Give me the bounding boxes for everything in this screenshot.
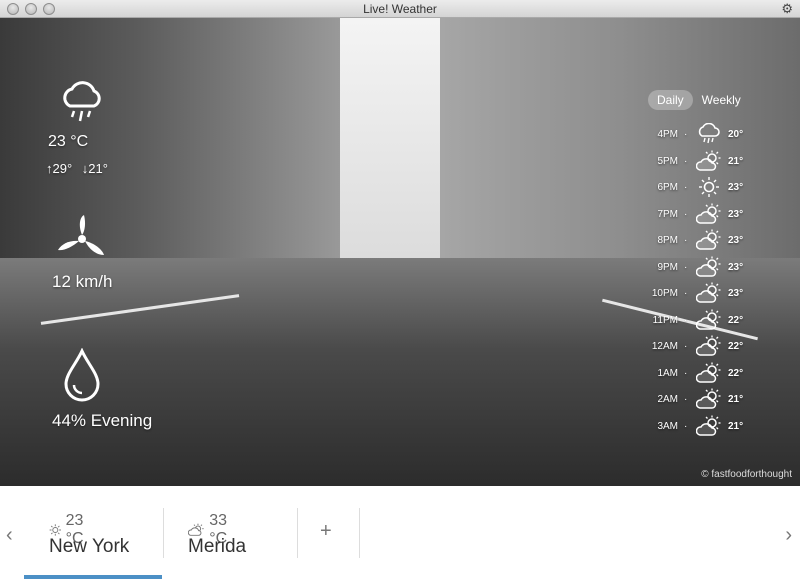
hour-label: 6PM — [657, 182, 678, 193]
title-bar: Live! Weather ⚙ — [0, 0, 800, 18]
hour-temperature: 22° — [728, 314, 744, 326]
city-bar: ‹ 23 °C New York 33 °C Merida + › — [0, 486, 800, 579]
hour-temperature: 22° — [728, 367, 744, 379]
hourly-row: 9PM · 23° — [630, 256, 760, 283]
add-city-button[interactable]: + — [320, 520, 332, 543]
partly-cloudy-icon — [695, 388, 722, 410]
hourly-row: 8PM · 23° — [630, 229, 760, 256]
hourly-row: 1AM · 22° — [630, 362, 760, 389]
hourly-forecast-list: 4PM · 20° 5PM · 21° 6PM · 23° 7PM · 23° 8PM · 23° 9PM · 2… — [630, 122, 760, 442]
sun-icon — [696, 176, 722, 198]
humidity-text: 44% Evening — [52, 411, 153, 430]
hourly-row: 4PM · 20° — [630, 122, 760, 150]
separator-dot: · — [684, 155, 688, 167]
separator-dot: · — [684, 182, 688, 193]
partly-cloudy-icon — [695, 256, 722, 278]
hour-label: 3AM — [657, 420, 678, 432]
hour-label: 9PM — [657, 261, 678, 273]
hourly-row: 2AM · 21° — [630, 388, 760, 415]
partly-cloudy-icon — [695, 229, 722, 251]
divider — [297, 508, 298, 558]
hour-temperature: 23° — [728, 288, 744, 299]
hour-label: 11PM — [652, 314, 678, 326]
hour-temperature: 21° — [728, 420, 744, 432]
hour-label: 10PM — [651, 288, 678, 299]
app-window: Live! Weather ⚙ 23 °C ↑29° ↓21° 12 km/h … — [0, 0, 800, 579]
cloud-rain-icon — [63, 81, 101, 122]
hour-temperature: 21° — [728, 394, 744, 405]
photo-buildings-left — [0, 18, 340, 288]
partly-cloudy-icon — [695, 203, 722, 225]
photo-credit: © fastfoodforthought — [701, 469, 792, 480]
cloud-rain-icon — [696, 122, 722, 145]
partly-cloudy-icon — [695, 282, 722, 304]
hour-label: 1AM — [657, 367, 678, 379]
droplet-icon — [64, 348, 100, 402]
separator-dot: · — [684, 261, 688, 273]
hour-temperature: 20° — [728, 129, 744, 140]
hourly-row: 7PM · 23° — [630, 203, 760, 230]
hour-temperature: 23° — [728, 208, 744, 220]
separator-dot: · — [684, 341, 688, 352]
separator-dot: · — [684, 314, 688, 326]
hour-temperature: 23° — [728, 235, 744, 246]
background-photo: 23 °C ↑29° ↓21° 12 km/h 44% Evening Dail… — [0, 18, 800, 486]
hour-label: 4PM — [657, 129, 678, 140]
hour-temperature: 21° — [728, 155, 744, 167]
active-city-indicator — [24, 575, 162, 579]
chevron-left-icon[interactable]: ‹ — [6, 524, 13, 547]
current-temperature: 23 °C — [48, 133, 89, 150]
partly-cloudy-icon — [695, 150, 722, 172]
view-toggle: Daily Weekly — [648, 90, 750, 110]
city-name: Merida — [188, 536, 247, 557]
gear-icon[interactable]: ⚙ — [781, 1, 793, 17]
hourly-row: 11PM · 22° — [630, 309, 760, 336]
divider — [359, 508, 360, 558]
hourly-row: 5PM · 21° — [630, 150, 760, 177]
separator-dot: · — [684, 208, 688, 220]
hour-temperature: 23° — [728, 261, 744, 273]
hour-label: 8PM — [657, 235, 678, 246]
hour-temperature: 23° — [728, 182, 744, 193]
low-temperature: 21° — [88, 161, 108, 176]
lane-marking — [40, 294, 240, 325]
separator-dot: · — [684, 367, 688, 379]
hour-label: 5PM — [657, 155, 678, 167]
tab-weekly[interactable]: Weekly — [693, 90, 750, 110]
temperature-range: ↑29° ↓21° — [46, 161, 108, 176]
wind-turbine-icon — [58, 215, 104, 255]
window-title: Live! Weather — [363, 2, 437, 16]
partly-cloudy-icon — [695, 415, 722, 437]
hourly-row: 6PM · 23° — [630, 176, 760, 203]
hourly-row: 12AM · 22° — [630, 335, 760, 362]
hour-label: 7PM — [657, 208, 678, 220]
separator-dot: · — [684, 394, 688, 405]
chevron-right-icon[interactable]: › — [785, 524, 792, 547]
wind-speed: 12 km/h — [52, 272, 113, 291]
separator-dot: · — [684, 420, 688, 432]
hour-temperature: 22° — [728, 341, 744, 352]
hourly-row: 3AM · 21° — [630, 415, 760, 442]
high-temperature: 29° — [52, 161, 73, 176]
partly-cloudy-icon — [695, 309, 722, 331]
partly-cloudy-icon — [695, 362, 722, 384]
city-name: New York — [49, 536, 130, 557]
tab-daily[interactable]: Daily — [648, 90, 693, 110]
separator-dot: · — [684, 129, 688, 140]
hour-label: 12AM — [651, 341, 678, 352]
hour-label: 2AM — [657, 394, 678, 405]
separator-dot: · — [684, 288, 688, 299]
hourly-row: 10PM · 23° — [630, 282, 760, 309]
partly-cloudy-icon — [695, 335, 722, 357]
separator-dot: · — [684, 235, 688, 246]
divider — [163, 508, 164, 558]
